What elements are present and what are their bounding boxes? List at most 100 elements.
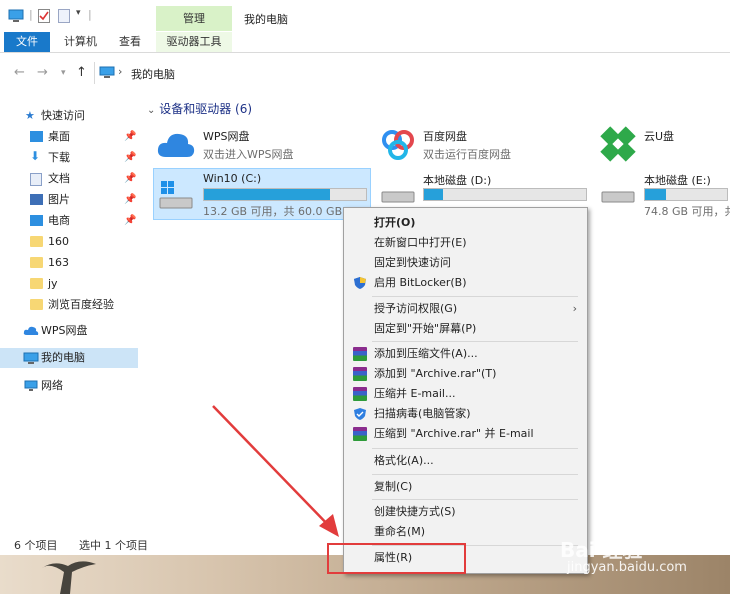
tab-drive-tools[interactable]: 驱动器工具 <box>156 32 232 52</box>
desktop-icon <box>30 131 43 142</box>
menu-item-grant-access[interactable]: 授予访问权限(G) › <box>344 299 587 319</box>
usage-fill <box>424 189 444 200</box>
menu-item-open-new-window[interactable]: 在新窗口中打开(E) <box>344 233 587 253</box>
drive-d-usage-bar <box>423 188 587 201</box>
recent-chevron-icon[interactable]: ▾ <box>61 68 66 78</box>
drive-c-usage-bar <box>203 188 367 201</box>
menu-item-scan-virus[interactable]: 扫描病毒(电脑管家) <box>344 404 587 424</box>
menu-item-pin-start[interactable]: 固定到"开始"屏幕(P) <box>344 319 587 339</box>
menu-item-copy[interactable]: 复制(C) <box>344 477 587 497</box>
nav-item-label: jy <box>48 277 58 290</box>
properties-highlight-box <box>327 543 466 574</box>
menu-item-compress-rar-email[interactable]: 压缩到 "Archive.rar" 并 E-mail <box>344 424 587 444</box>
hard-drive-icon <box>381 191 415 203</box>
nav-wps-cloud[interactable]: WPS网盘 <box>0 321 138 341</box>
menu-item-add-archive-rar[interactable]: 添加到 "Archive.rar"(T) <box>344 364 587 384</box>
nav-item-163[interactable]: 163 <box>0 253 138 273</box>
nav-computer-label: 我的电脑 <box>41 351 85 364</box>
menu-item-add-archive[interactable]: 添加到压缩文件(A)... <box>344 344 587 364</box>
shield-icon <box>354 277 366 289</box>
menu-item-format[interactable]: 格式化(A)... <box>344 451 587 471</box>
pin-icon: 📌 <box>124 194 137 205</box>
pin-icon: 📌 <box>124 215 137 226</box>
nav-item-downloads[interactable]: ⬇ 下载 📌 <box>0 148 138 168</box>
usage-fill <box>645 189 666 200</box>
hard-drive-icon <box>601 191 635 203</box>
drive-subtitle: 双击运行百度网盘 <box>423 148 511 161</box>
menu-label: 压缩到 "Archive.rar" 并 E-mail <box>374 427 534 440</box>
menu-label: 扫描病毒(电脑管家) <box>374 407 471 420</box>
window-title: 我的电脑 <box>244 13 288 26</box>
menu-label: 授予访问权限(G) <box>374 302 458 315</box>
menu-label: 在新窗口中打开(E) <box>374 236 467 249</box>
drive-name: 云U盘 <box>644 130 675 143</box>
manage-context-tab[interactable]: 管理 <box>156 6 232 31</box>
baidu-cloud-drive[interactable]: 百度网盘 双击运行百度网盘 <box>380 128 580 176</box>
folder-icon <box>30 257 43 268</box>
winrar-icon <box>353 367 367 381</box>
nav-item-ecommerce[interactable]: 电商 📌 <box>0 211 138 231</box>
drive-c[interactable]: Win10 (C:) 13.2 GB 可用，共 60.0 GB <box>158 172 368 220</box>
nav-item-pictures[interactable]: 图片 📌 <box>0 190 138 210</box>
folder-icon <box>30 299 43 310</box>
tree-silhouette <box>42 561 96 594</box>
drive-name: Win10 (C:) <box>203 172 262 185</box>
pin-icon: 📌 <box>124 131 137 142</box>
menu-item-compress-email[interactable]: 压缩并 E-mail... <box>344 384 587 404</box>
nav-item-desktop[interactable]: 桌面 📌 <box>0 127 138 147</box>
antivirus-shield-icon <box>354 408 366 420</box>
qa-customize-icon[interactable]: ▾ <box>76 8 81 18</box>
nav-network[interactable]: 网络 <box>0 376 138 396</box>
menu-label: 格式化(A)... <box>374 454 434 467</box>
navigation-pane: ★ 快速访问 桌面 📌 ⬇ 下载 📌 文档 📌 图片 📌 电商 📌 160 16… <box>0 98 140 528</box>
cloud-u-disk[interactable]: 云U盘 <box>598 124 728 172</box>
drive-e-usage-bar <box>644 188 728 201</box>
forward-arrow-icon[interactable]: → <box>37 65 48 80</box>
ribbon-tabs: 文件 计算机 查看 驱动器工具 <box>0 32 730 53</box>
menu-item-create-shortcut[interactable]: 创建快捷方式(S) <box>344 502 587 522</box>
menu-item-pin-quick-access[interactable]: 固定到快速访问 <box>344 253 587 273</box>
nav-item-baidu-jingyan[interactable]: 浏览百度经验 <box>0 295 138 315</box>
back-arrow-icon[interactable]: ← <box>14 65 25 80</box>
nav-item-label: 电商 <box>48 214 70 227</box>
properties-check-icon[interactable] <box>38 9 50 23</box>
menu-separator <box>372 474 578 475</box>
tab-file[interactable]: 文件 <box>4 32 50 52</box>
nav-quick-access-label: 快速访问 <box>41 109 85 122</box>
tab-view[interactable]: 查看 <box>119 32 141 52</box>
nav-item-documents[interactable]: 文档 📌 <box>0 169 138 189</box>
menu-label: 重命名(M) <box>374 525 426 538</box>
folder-icon <box>30 236 43 247</box>
breadcrumb-separator-icon: › <box>118 65 123 78</box>
menu-label: 打开(O) <box>374 216 416 229</box>
nav-item-label: 图片 <box>48 193 70 206</box>
up-arrow-icon[interactable]: ↑ <box>76 65 87 80</box>
nav-quick-access[interactable]: ★ 快速访问 <box>0 106 138 126</box>
nav-item-jy[interactable]: jy <box>0 274 138 294</box>
drive-name: 百度网盘 <box>423 130 467 143</box>
new-folder-icon[interactable] <box>58 9 70 23</box>
menu-item-rename[interactable]: 重命名(M) <box>344 522 587 542</box>
drive-subtitle: 74.8 GB 可用，共 <box>644 205 730 218</box>
menu-item-bitlocker[interactable]: 启用 BitLocker(B) <box>344 273 587 293</box>
breadcrumb[interactable]: 我的电脑 <box>131 66 175 82</box>
annotation-arrow <box>212 405 339 537</box>
computer-icon <box>23 352 39 364</box>
devices-section-header[interactable]: ⌄ 设备和驱动器 (6) <box>147 100 252 117</box>
nav-item-160[interactable]: 160 <box>0 232 138 252</box>
pictures-icon <box>30 194 43 205</box>
winrar-icon <box>353 347 367 361</box>
nav-my-computer[interactable]: 我的电脑 <box>0 348 138 368</box>
tab-computer[interactable]: 计算机 <box>64 32 97 52</box>
windows-drive-icon <box>159 181 193 209</box>
address-bar[interactable]: › 我的电脑 <box>94 62 730 84</box>
menu-item-open[interactable]: 打开(O) <box>344 213 587 233</box>
pin-icon: 📌 <box>124 173 137 184</box>
folder-icon <box>30 278 43 289</box>
usage-fill <box>204 189 331 200</box>
menu-separator <box>372 296 578 297</box>
menu-label: 固定到"开始"屏幕(P) <box>374 322 477 335</box>
baidu-watermark: Bai 经验 <box>560 538 643 562</box>
drive-e[interactable]: 本地磁盘 (E:) 74.8 GB 可用，共 <box>600 172 730 220</box>
drive-name: 本地磁盘 (D:) <box>423 174 492 187</box>
